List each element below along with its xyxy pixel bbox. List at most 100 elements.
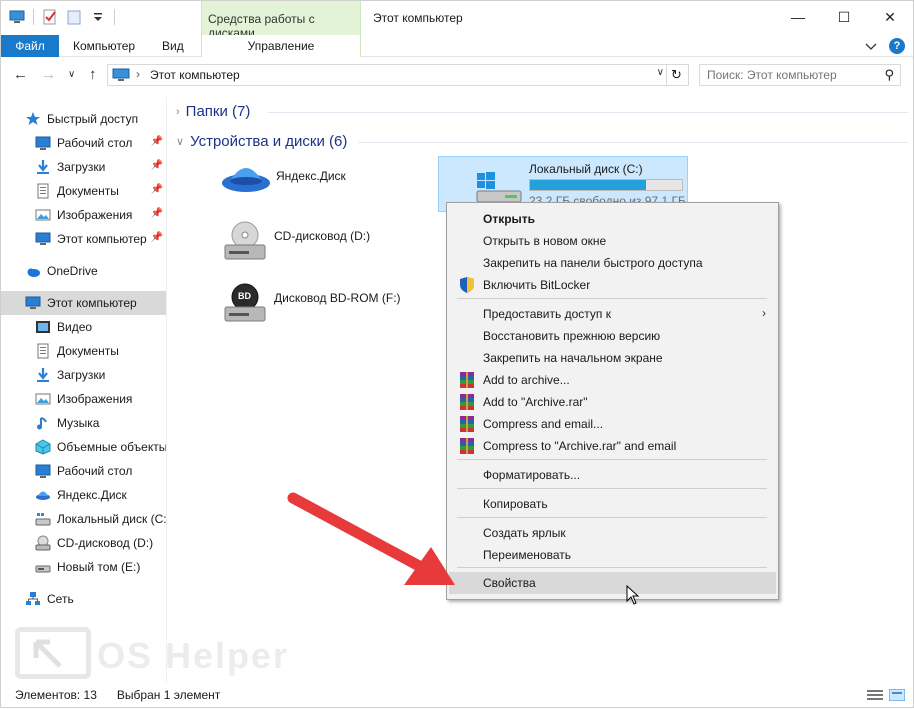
network-icon — [26, 592, 40, 605]
search-icon[interactable]: ⚲ — [884, 67, 894, 83]
tab-view[interactable]: Вид — [162, 39, 184, 53]
sidebar-item[interactable]: Рабочий стол — [1, 459, 166, 483]
context-menu-item[interactable]: Создать ярлык — [449, 522, 776, 544]
context-menu-item[interactable]: Форматировать... — [449, 464, 776, 486]
menu-icon-slot — [457, 327, 477, 345]
sidebar-item[interactable]: Объемные объекты — [1, 435, 166, 459]
context-menu-item[interactable]: Закрепить на панели быстрого доступа — [449, 252, 776, 274]
search-input[interactable] — [707, 68, 877, 82]
sidebar-item[interactable]: OneDrive — [1, 259, 166, 283]
pin-icon[interactable]: 📌 — [151, 232, 163, 243]
context-menu-item[interactable]: Открыть — [449, 208, 776, 230]
group-divider — [358, 142, 908, 143]
sidebar-item[interactable]: Этот компьютер 📌 — [1, 227, 166, 251]
context-menu-item[interactable]: Открыть в новом окне — [449, 230, 776, 252]
context-menu-item[interactable]: Переименовать — [449, 544, 776, 566]
back-arrow-icon[interactable]: ← — [13, 66, 28, 83]
pin-icon[interactable]: 📌 — [151, 160, 163, 171]
properties-icon[interactable] — [42, 9, 58, 25]
drive-bd[interactable]: BD Дисковод BD-ROM (F:) — [222, 281, 452, 329]
watermark-arrow-icon — [33, 639, 62, 668]
details-view-icon[interactable] — [867, 689, 883, 701]
chevron-down-icon[interactable]: ∨ — [657, 67, 664, 78]
sidebar-item-label: Загрузки — [57, 160, 106, 174]
group-devices[interactable]: ∨ Устройства и диски (6) — [176, 133, 347, 150]
context-menu-item[interactable]: Add to "Archive.rar" — [449, 391, 776, 413]
group-folders[interactable]: › Папки (7) — [176, 103, 250, 120]
address-bar[interactable]: › Этот компьютер ∨ ↻ — [107, 64, 689, 86]
context-menu-label: Compress and email... — [483, 417, 604, 431]
context-menu-item[interactable]: Восстановить прежнюю версию — [449, 325, 776, 347]
drive-yandex[interactable]: Яндекс.Диск — [220, 159, 420, 207]
context-menu-item[interactable]: Закрепить на начальном экране — [449, 347, 776, 369]
close-button[interactable]: ✕ — [867, 1, 913, 33]
context-menu-label: Переименовать — [483, 548, 571, 562]
new-folder-icon[interactable] — [66, 9, 82, 25]
context-menu-label: Включить BitLocker — [483, 278, 591, 292]
sidebar-item[interactable]: Локальный диск (C: — [1, 507, 166, 531]
search-box[interactable]: ⚲ — [699, 64, 901, 86]
pin-icon[interactable]: 📌 — [151, 184, 163, 195]
sidebar-item[interactable]: Сеть — [1, 587, 166, 611]
drive-cd[interactable]: CD-дисковод (D:) — [222, 219, 422, 267]
chevron-right-icon[interactable]: › — [176, 106, 180, 118]
address-path[interactable]: Этот компьютер — [150, 68, 240, 82]
context-menu-item[interactable]: Compress to "Archive.rar" and email — [449, 435, 776, 457]
forward-arrow-icon[interactable]: → — [41, 66, 56, 83]
context-menu-item[interactable]: Свойства — [449, 572, 776, 594]
sidebar-item[interactable]: Новый том (E:) — [1, 555, 166, 579]
menu-icon-slot — [457, 495, 477, 513]
menu-icon-slot — [457, 524, 477, 542]
refresh-icon[interactable]: ↻ — [666, 65, 686, 85]
sidebar-item[interactable]: CD-дисковод (D:) — [1, 531, 166, 555]
menu-icon-slot — [457, 305, 477, 323]
up-arrow-icon[interactable]: ↑ — [89, 66, 97, 83]
context-menu-item[interactable]: Предоставить доступ к › — [449, 303, 776, 325]
sidebar-item[interactable]: Музыка — [1, 411, 166, 435]
computer-icon[interactable] — [9, 9, 25, 25]
menu-icon-slot — [457, 210, 477, 228]
winrar-icon — [460, 394, 474, 410]
chevron-down-icon[interactable] — [865, 40, 877, 52]
sidebar-item-label: Видео — [57, 320, 93, 334]
help-icon[interactable]: ? — [889, 38, 905, 54]
maximize-button[interactable]: ☐ — [821, 1, 867, 33]
sidebar-item[interactable]: Быстрый доступ — [1, 107, 166, 131]
sidebar-item[interactable]: Документы 📌 — [1, 179, 166, 203]
winrar-icon — [460, 438, 474, 454]
sidebar-item[interactable]: Видео — [1, 315, 166, 339]
sidebar-item[interactable]: Изображения — [1, 387, 166, 411]
sidebar-item[interactable]: Загрузки — [1, 363, 166, 387]
chevron-down-icon[interactable] — [90, 9, 106, 25]
context-menu-item[interactable]: Add to archive... — [449, 369, 776, 391]
tiles-view-icon[interactable] — [889, 689, 905, 701]
sidebar-item-label: OneDrive — [47, 264, 98, 278]
minimize-button[interactable]: — — [775, 1, 821, 33]
explorer-window: Средства работы с дисками Этот компьютер… — [0, 0, 914, 708]
context-menu-label: Форматировать... — [483, 468, 581, 482]
context-menu-item[interactable]: Compress and email... — [449, 413, 776, 435]
sidebar-item[interactable]: Загрузки 📌 — [1, 155, 166, 179]
sidebar-item[interactable]: Этот компьютер — [1, 291, 166, 315]
sidebar-item[interactable]: Яндекс.Диск — [1, 483, 166, 507]
winrar-icon — [460, 416, 474, 432]
pin-icon[interactable]: 📌 — [151, 136, 163, 147]
tab-file[interactable]: Файл — [1, 35, 59, 57]
context-menu-label: Закрепить на панели быстрого доступа — [483, 256, 703, 270]
context-menu-item[interactable]: Включить BitLocker — [449, 274, 776, 296]
sidebar-item[interactable]: Документы — [1, 339, 166, 363]
pin-icon[interactable]: 📌 — [151, 208, 163, 219]
menu-icon-slot — [457, 232, 477, 250]
sidebar-item-label: Изображения — [57, 392, 133, 406]
context-menu-item[interactable]: Копировать — [449, 493, 776, 515]
tab-computer[interactable]: Компьютер — [73, 39, 135, 53]
chevron-down-icon[interactable]: ∨ — [176, 135, 184, 148]
breadcrumb-separator-icon[interactable]: › — [136, 67, 140, 81]
ribbon-right-controls: ? — [865, 38, 905, 54]
recent-chevron-icon[interactable]: ∨ — [68, 69, 75, 80]
sidebar-item[interactable]: Изображения 📌 — [1, 203, 166, 227]
pictures-icon — [35, 209, 51, 221]
quick-access-toolbar — [9, 9, 115, 25]
tab-manage[interactable]: Управление — [201, 35, 361, 57]
sidebar-item[interactable]: Рабочий стол 📌 — [1, 131, 166, 155]
